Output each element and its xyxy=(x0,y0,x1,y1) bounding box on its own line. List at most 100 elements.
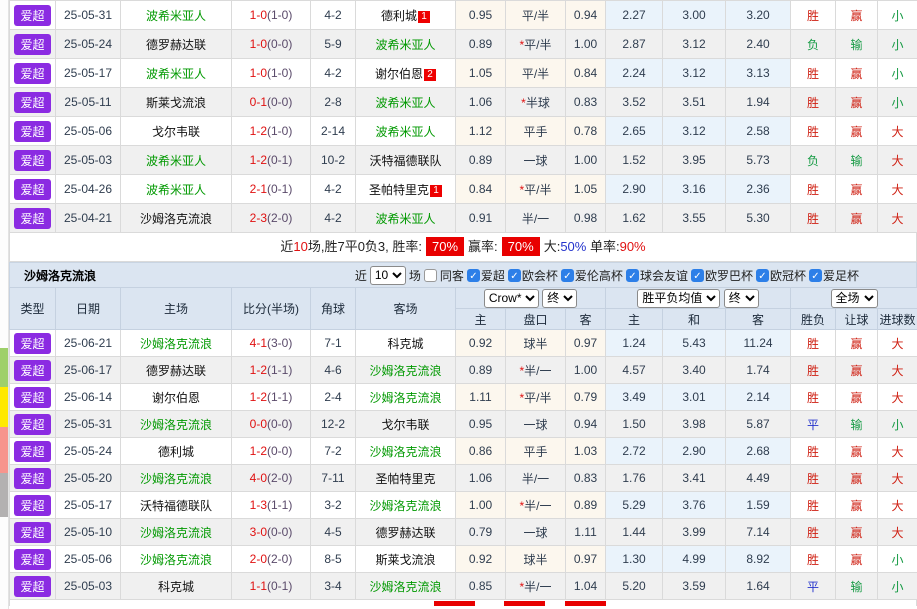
strip-segment-gray xyxy=(0,473,8,517)
away-team-name[interactable]: 斯莱戈流浪 xyxy=(375,553,435,567)
goals-result-value: 小 xyxy=(892,553,904,567)
away-team-name[interactable]: 沙姆洛克流浪 xyxy=(369,499,441,513)
header-date: 日期 xyxy=(56,288,121,330)
away-team-name[interactable]: 沙姆洛克流浪 xyxy=(369,364,441,378)
handicap-away-odds-cell: 0.83 xyxy=(566,465,606,492)
handicap-line-cell: 一球 xyxy=(506,519,566,546)
halftime-score: (2-0) xyxy=(267,471,292,485)
league-filter-checkbox[interactable]: ✓ xyxy=(626,269,639,282)
match-row: 爱超25-06-17德罗赫达联1-2(1-1)4-6沙姆洛克流浪0.89*半/一… xyxy=(10,357,917,384)
goals-result-value: 大 xyxy=(892,499,904,513)
home-team-name[interactable]: 斯莱戈流浪 xyxy=(146,96,206,110)
goals-result-cell: 大 xyxy=(878,204,917,233)
away-team-name[interactable]: 波希米亚人 xyxy=(375,38,435,52)
home-team-cell: 德利城 xyxy=(121,438,232,465)
fulltime-score: 4-1 xyxy=(250,336,267,350)
home-team-name[interactable]: 德罗赫达联 xyxy=(146,38,206,52)
home-team-name[interactable]: 沙姆洛克流浪 xyxy=(140,553,212,567)
away-team-name[interactable]: 沙姆洛克流浪 xyxy=(369,391,441,405)
europe-away-odds-cell: 8.92 xyxy=(726,546,791,573)
scope-select[interactable]: 全场 xyxy=(831,289,878,308)
home-team-name[interactable]: 科克城 xyxy=(158,580,194,594)
handicap-result-value: 赢 xyxy=(850,183,862,197)
europe-home-odds-cell: 1.24 xyxy=(606,330,663,357)
handicap-result-value: 输 xyxy=(851,580,863,594)
handicap-result-cell: 赢 xyxy=(836,204,878,233)
fulltime-score: 1-2 xyxy=(250,444,267,458)
handicap-home-odds-cell: 1.11 xyxy=(456,384,506,411)
europe-home-odds-cell: 2.87 xyxy=(606,30,663,59)
result-cell: 胜 xyxy=(791,175,836,204)
result-value: 胜 xyxy=(807,553,819,567)
date-cell: 25-04-26 xyxy=(56,175,121,204)
away-team-name[interactable]: 科克城 xyxy=(387,337,423,351)
handicap-time-select[interactable]: 终 xyxy=(542,289,577,308)
handicap-company-select[interactable]: Crow* xyxy=(484,289,539,308)
league-filter-checkbox[interactable]: ✓ xyxy=(756,269,769,282)
home-team-name[interactable]: 沙姆洛克流浪 xyxy=(140,526,212,540)
europe-draw-odds-cell: 3.40 xyxy=(663,357,726,384)
goals-result-cell: 大 xyxy=(878,175,917,204)
away-team-name[interactable]: 圣帕特里克 xyxy=(375,472,435,486)
home-team-name[interactable]: 沙姆洛克流浪 xyxy=(140,212,212,226)
league-cell: 爱超 xyxy=(10,411,56,438)
home-team-name[interactable]: 沙姆洛克流浪 xyxy=(140,418,212,432)
home-team-name[interactable]: 波希米亚人 xyxy=(146,67,206,81)
league-cell: 爱超 xyxy=(10,59,56,88)
handicap-result-cell: 赢 xyxy=(836,465,878,492)
halftime-score: (3-0) xyxy=(267,336,292,350)
away-team-name[interactable]: 沃特福德联队 xyxy=(369,154,441,168)
handicap-result-value: 输 xyxy=(851,418,863,432)
league-filter-checkbox[interactable]: ✓ xyxy=(809,269,822,282)
home-team-name[interactable]: 沙姆洛克流浪 xyxy=(140,472,212,486)
away-team-cell: 圣帕特里克1 xyxy=(356,175,456,204)
date-cell: 25-05-06 xyxy=(56,546,121,573)
score-cell: 2-1(0-1) xyxy=(232,175,311,204)
home-team-cell: 沙姆洛克流浪 xyxy=(121,465,232,492)
home-team-name[interactable]: 波希米亚人 xyxy=(146,9,206,23)
home-team-name[interactable]: 德罗赫达联 xyxy=(146,364,206,378)
league-filter-checkbox[interactable]: ✓ xyxy=(691,269,704,282)
europe-time-select[interactable]: 终 xyxy=(724,289,759,308)
away-team-name[interactable]: 沙姆洛克流浪 xyxy=(369,580,441,594)
league-filter-checkbox[interactable]: ✓ xyxy=(508,269,521,282)
away-team-name[interactable]: 谢尔伯恩 xyxy=(375,67,423,81)
league-filter-checkbox[interactable]: ✓ xyxy=(467,269,480,282)
handicap-away-odds-cell: 1.00 xyxy=(566,146,606,175)
away-team-name[interactable]: 波希米亚人 xyxy=(375,96,435,110)
halftime-score: (0-0) xyxy=(267,37,292,51)
home-team-name[interactable]: 沃特福德联队 xyxy=(140,499,212,513)
away-team-name[interactable]: 德利城 xyxy=(381,9,417,23)
home-team-name[interactable]: 沙姆洛克流浪 xyxy=(140,337,212,351)
handicap-line-cell: 平/半 xyxy=(506,59,566,88)
away-team-name[interactable]: 沙姆洛克流浪 xyxy=(369,445,441,459)
home-team-cell: 沃特福德联队 xyxy=(121,492,232,519)
league-badge: 爱超 xyxy=(14,208,50,229)
europe-group-header: 胜平负均值 终 xyxy=(606,288,791,309)
handicap-line-cell: *半球 xyxy=(506,88,566,117)
match-count-select[interactable]: 10 xyxy=(370,266,406,285)
match-row: 爱超25-06-14谢尔伯恩1-2(1-1)2-4沙姆洛克流浪1.11*平/半0… xyxy=(10,384,917,411)
away-team-name[interactable]: 波希米亚人 xyxy=(375,125,435,139)
home-team-name[interactable]: 波希米亚人 xyxy=(146,183,206,197)
handicap-home-odds-cell: 0.85 xyxy=(456,573,506,600)
home-team-cell: 科克城 xyxy=(121,573,232,600)
away-team-name[interactable]: 德罗赫达联 xyxy=(375,526,435,540)
fulltime-score: 2-3 xyxy=(250,211,267,225)
europe-type-select[interactable]: 胜平负均值 xyxy=(637,289,720,308)
away-team-name[interactable]: 波希米亚人 xyxy=(375,212,435,226)
home-team-name[interactable]: 戈尔韦联 xyxy=(152,125,200,139)
score-cell: 1-2(1-1) xyxy=(232,384,311,411)
home-team-name[interactable]: 谢尔伯恩 xyxy=(152,391,200,405)
home-team-name[interactable]: 德利城 xyxy=(158,445,194,459)
away-team-name[interactable]: 戈尔韦联 xyxy=(381,418,429,432)
europe-home-odds-cell: 1.44 xyxy=(606,519,663,546)
halftime-score: (0-0) xyxy=(267,444,292,458)
away-team-name[interactable]: 圣帕特里克 xyxy=(369,183,429,197)
same-away-checkbox[interactable] xyxy=(424,269,437,282)
result-cell: 胜 xyxy=(791,465,836,492)
corners-cell: 7-2 xyxy=(311,438,356,465)
league-filter-checkbox[interactable]: ✓ xyxy=(561,269,574,282)
home-team-name[interactable]: 波希米亚人 xyxy=(146,154,206,168)
handicap-home-odds-cell: 1.06 xyxy=(456,465,506,492)
